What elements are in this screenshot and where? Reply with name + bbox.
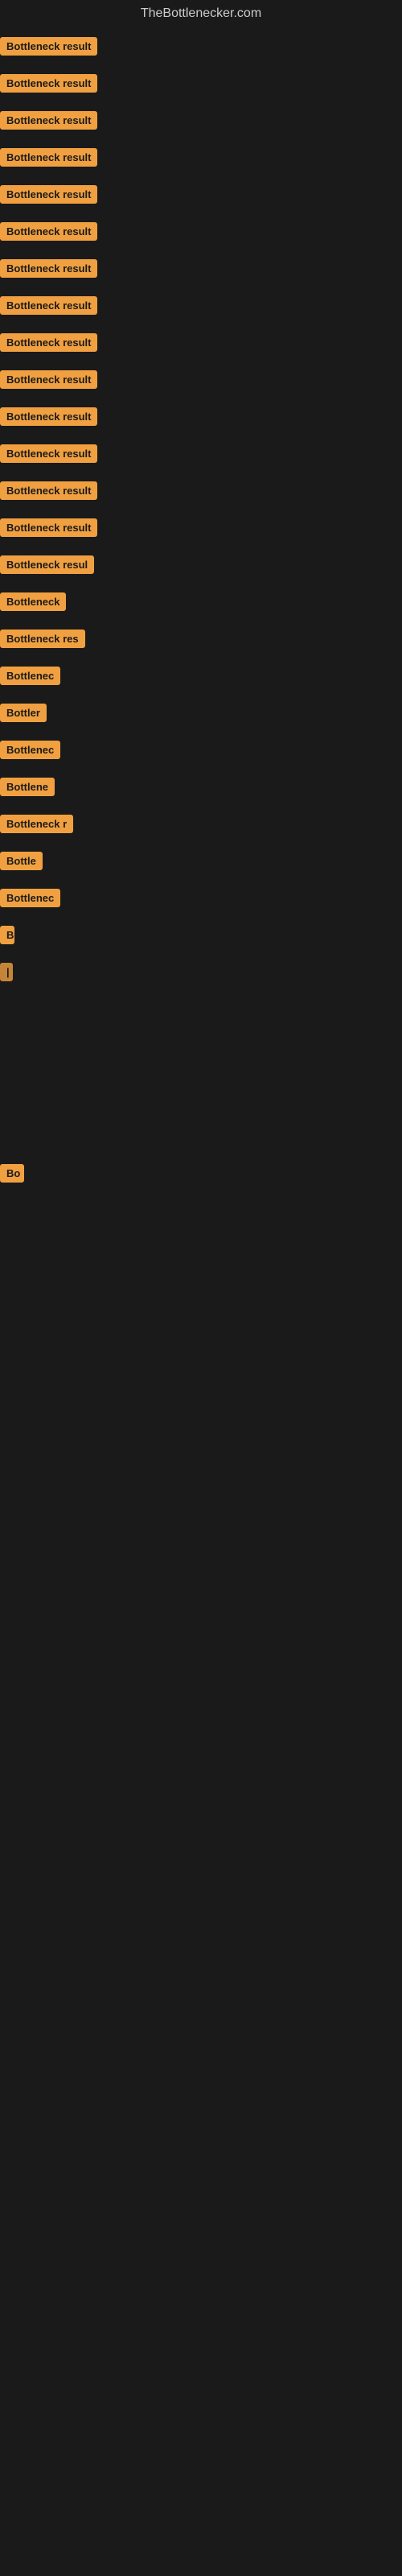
list-item: Bottleneck result [0, 364, 402, 399]
bottleneck-badge: Bottlene [0, 778, 55, 796]
list-item: Bottleneck result [0, 31, 402, 66]
list-item: Bo [0, 1158, 402, 1193]
bottleneck-badge: Bottler [0, 704, 47, 722]
bottleneck-badge: Bottleneck result [0, 111, 97, 130]
items-container: Bottleneck result Bottleneck result Bottle… [0, 27, 402, 997]
bottleneck-badge: Bottlenec [0, 667, 60, 685]
bottleneck-badge: Bottleneck result [0, 296, 97, 315]
gap-section [0, 997, 402, 1158]
list-item: Bottleneck result [0, 142, 402, 177]
list-item: Bottlene [0, 771, 402, 807]
bottleneck-badge: Bottleneck res [0, 630, 85, 648]
bottleneck-badge: Bottleneck result [0, 407, 97, 426]
site-header: TheBottlenecker.com [0, 0, 402, 27]
list-item: Bottleneck result [0, 105, 402, 140]
bottleneck-badge: Bottleneck result [0, 148, 97, 167]
list-item: Bottleneck result [0, 290, 402, 325]
bottleneck-badge: Bottleneck result [0, 481, 97, 500]
list-item: B [0, 919, 402, 955]
list-item: Bottleneck result [0, 216, 402, 251]
list-item: Bottleneck result [0, 438, 402, 473]
site-title: TheBottlenecker.com [0, 0, 402, 27]
bottleneck-badge: Bottleneck result [0, 518, 97, 537]
list-item: Bottleneck result [0, 475, 402, 510]
bottleneck-badge: Bottleneck result [0, 37, 97, 56]
list-item: Bottleneck result [0, 327, 402, 362]
bottleneck-badge: | [0, 963, 13, 981]
bottleneck-badge: Bottleneck result [0, 259, 97, 278]
list-item: Bottleneck resul [0, 549, 402, 584]
list-item: Bottleneck result [0, 401, 402, 436]
bottleneck-badge: Bottleneck result [0, 74, 97, 93]
bottleneck-badge: Bottleneck result [0, 185, 97, 204]
bottleneck-badge: Bottlenec [0, 741, 60, 759]
bottleneck-badge: Bottleneck result [0, 333, 97, 352]
list-item: Bottle [0, 845, 402, 881]
list-item: Bottlenec [0, 882, 402, 918]
list-item: Bottlenec [0, 660, 402, 696]
list-item: Bottler [0, 697, 402, 733]
bottleneck-badge: Bottleneck [0, 592, 66, 611]
bottleneck-badge: B [0, 926, 14, 944]
list-item: Bottleneck [0, 586, 402, 621]
bottleneck-badge: Bottleneck result [0, 370, 97, 389]
bottleneck-badge: Bottleneck r [0, 815, 73, 833]
bottleneck-badge: Bo [0, 1164, 24, 1183]
list-item: Bottleneck result [0, 253, 402, 288]
bottleneck-badge: Bottleneck result [0, 222, 97, 241]
list-item: Bottleneck result [0, 512, 402, 547]
bottleneck-badge: Bottleneck resul [0, 555, 94, 574]
list-item: Bottleneck r [0, 808, 402, 844]
list-item: Bottlenec [0, 734, 402, 770]
bottleneck-badge: Bottle [0, 852, 43, 870]
bottom-spacer [0, 1195, 402, 1678]
list-item: Bottleneck result [0, 68, 402, 103]
list-item: | [0, 956, 402, 992]
list-item: Bottleneck res [0, 623, 402, 658]
bottleneck-badge: Bottlenec [0, 889, 60, 907]
bottleneck-badge: Bottleneck result [0, 444, 97, 463]
list-item: Bottleneck result [0, 179, 402, 214]
